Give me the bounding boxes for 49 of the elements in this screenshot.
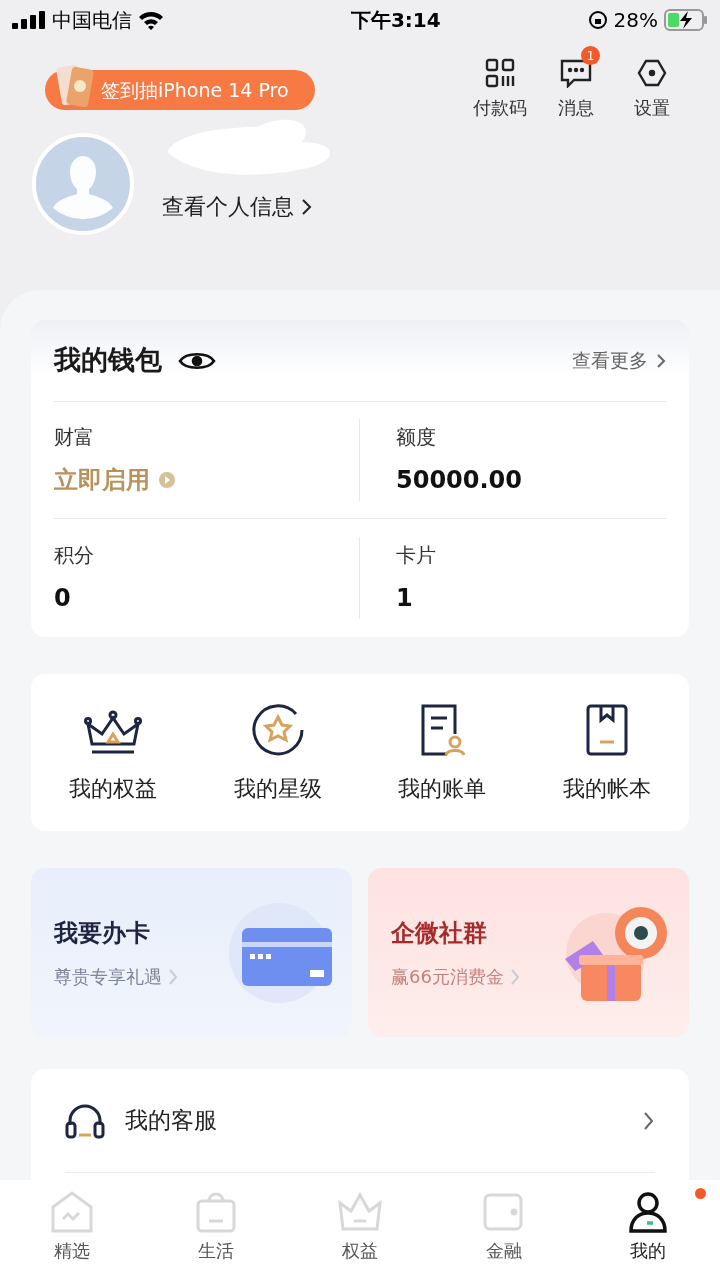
star-badge-icon bbox=[249, 702, 306, 758]
play-circle-icon bbox=[158, 471, 176, 489]
tab-bar-item[interactable]: 权益 bbox=[288, 1180, 432, 1280]
tab-bar-item[interactable]: 生活 bbox=[144, 1180, 288, 1280]
shortcut-button[interactable]: 我的星级 bbox=[195, 700, 360, 805]
stat-value: 50000.00 bbox=[396, 465, 523, 496]
clock-time: 下午3:14 bbox=[350, 7, 441, 34]
chevron-right-icon bbox=[643, 1110, 655, 1131]
battery-percent: 28% bbox=[613, 7, 658, 34]
unread-badge: 1 bbox=[581, 46, 600, 65]
battery-icon bbox=[664, 9, 708, 31]
qr-code-icon bbox=[485, 58, 515, 88]
wifi-icon bbox=[138, 10, 164, 30]
shortcut-button[interactable]: 我的帐本 bbox=[524, 700, 689, 805]
header-action-button[interactable]: 设置 bbox=[624, 46, 680, 121]
promo-subtitle: 赢66元消费金 bbox=[391, 965, 504, 989]
chat-bubble-icon bbox=[560, 58, 592, 88]
stat-label: 额度 bbox=[396, 424, 437, 451]
tab-bar-item[interactable]: 精选 bbox=[0, 1180, 144, 1280]
promo-title: 企微社群 bbox=[391, 918, 488, 949]
signal-icon bbox=[12, 11, 46, 29]
carrier-name: 中国电信 bbox=[52, 7, 132, 34]
view-more-link[interactable]: 查看更多 bbox=[572, 346, 666, 375]
promo-card[interactable]: 企微社群 赢66元消费金 bbox=[368, 868, 689, 1037]
settings-icon bbox=[637, 58, 667, 88]
stat-label: 卡片 bbox=[396, 541, 437, 569]
rotation-lock-icon bbox=[587, 10, 608, 30]
stat-value: 0 bbox=[54, 582, 72, 614]
stat-label: 财富 bbox=[54, 424, 95, 451]
shortcut-button[interactable]: 我的账单 bbox=[360, 700, 525, 805]
wallet-title: 我的钱包 bbox=[54, 343, 162, 378]
phone-icon bbox=[55, 62, 95, 108]
promo-title: 我要办卡 bbox=[54, 918, 151, 949]
shortcut-button[interactable]: 我的权益 bbox=[31, 700, 196, 805]
header-action-button[interactable]: 付款码 bbox=[472, 46, 528, 121]
chevron-right-icon bbox=[168, 967, 178, 986]
home-icon bbox=[49, 1188, 95, 1235]
chevron-right-icon bbox=[656, 352, 666, 369]
promo-subtitle: 尊贵专享礼遇 bbox=[54, 965, 162, 989]
stat-value: 1 bbox=[396, 582, 414, 614]
profile-link[interactable]: 查看个人信息 bbox=[162, 190, 337, 223]
header-action-button[interactable]: 1 消息 bbox=[548, 46, 604, 121]
promo-card[interactable]: 我要办卡 尊贵专享礼遇 bbox=[31, 868, 352, 1037]
tab-bar-item[interactable]: 金融 bbox=[432, 1180, 576, 1280]
headset-icon bbox=[65, 1102, 105, 1139]
chevron-right-icon bbox=[509, 967, 520, 986]
tab-bar-item[interactable]: 我的 bbox=[576, 1180, 720, 1280]
chevron-right-icon bbox=[300, 197, 312, 216]
stat-label: 积分 bbox=[54, 541, 95, 569]
